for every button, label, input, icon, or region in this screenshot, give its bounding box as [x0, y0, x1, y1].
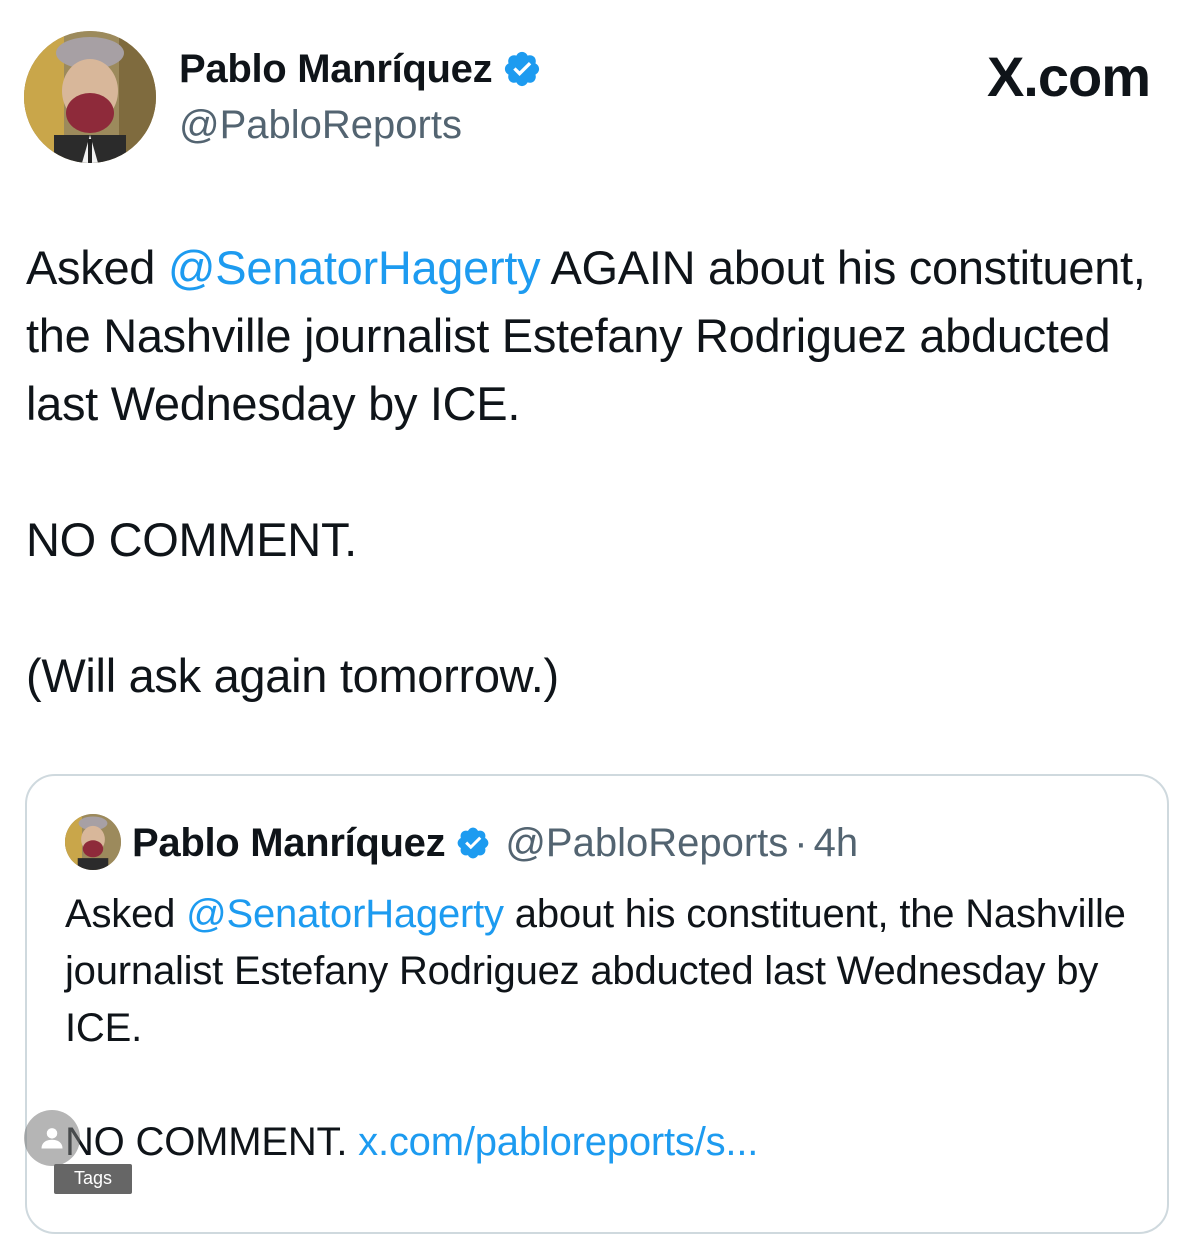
tweet-body: Asked @SenatorHagerty AGAIN about his co… [26, 234, 1156, 710]
quoted-tweet-card[interactable]: Pablo Manríquez @PabloReports · 4h Asked… [25, 774, 1169, 1234]
verified-badge-icon [455, 825, 491, 861]
tweet-paragraph-1: Asked @SenatorHagerty AGAIN about his co… [26, 234, 1156, 438]
quoted-tweet-body: Asked @SenatorHagerty about his constitu… [65, 886, 1145, 1171]
quoted-author-name[interactable]: Pablo Manríquez [132, 821, 446, 866]
quoted-no-comment: NO COMMENT. [65, 1120, 359, 1164]
quoted-paragraph-2: NO COMMENT. x.com/pabloreports/s... [65, 1114, 1145, 1171]
quoted-avatar-image [65, 814, 121, 870]
author-name[interactable]: Pablo Manríquez [179, 40, 493, 98]
mention-link[interactable]: @SenatorHagerty [168, 241, 541, 294]
quoted-mention-link[interactable]: @SenatorHagerty [186, 892, 504, 936]
x-brand-logo: X.com [986, 45, 1151, 108]
quoted-tweet-header: Pablo Manríquez @PabloReports · 4h [132, 814, 858, 872]
verified-badge-icon [502, 49, 542, 89]
author-avatar[interactable] [24, 31, 156, 163]
quoted-author-handle[interactable]: @PabloReports [505, 821, 788, 866]
tweet-text-start: Asked [26, 241, 168, 294]
quoted-author-avatar[interactable] [65, 814, 121, 870]
tweet-paragraph-3: (Will ask again tomorrow.) [26, 649, 559, 702]
quoted-text-start: Asked [65, 892, 187, 936]
tweet-paragraph-2: NO COMMENT. [26, 513, 357, 566]
author-handle[interactable]: @PabloReports [179, 98, 462, 152]
quoted-tweet-time[interactable]: 4h [814, 821, 859, 866]
separator-dot: · [794, 820, 808, 865]
author-avatar-image [24, 31, 156, 163]
author-name-row: Pablo Manríquez [179, 40, 542, 98]
quoted-tweet-link[interactable]: x.com/pabloreports/s... [358, 1120, 758, 1164]
user-icon[interactable] [24, 1110, 80, 1166]
tags-label[interactable]: Tags [54, 1164, 132, 1194]
quoted-paragraph-1: Asked @SenatorHagerty about his constitu… [65, 886, 1145, 1057]
